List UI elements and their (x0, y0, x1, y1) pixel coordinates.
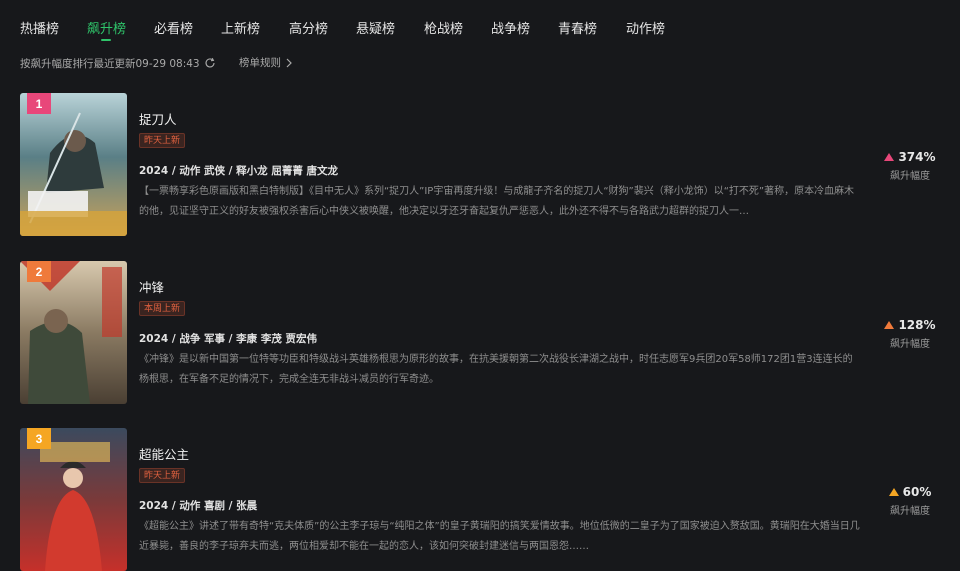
movie-title[interactable]: 冲锋 (139, 277, 164, 296)
rise-label: 飙升幅度 (890, 339, 930, 350)
tab-rising[interactable]: 飙升榜 (87, 18, 126, 37)
triangle-up-icon (888, 488, 899, 496)
poster-image[interactable]: 1 (20, 93, 127, 236)
tab-suspense[interactable]: 悬疑榜 (356, 18, 395, 37)
triangle-up-icon (884, 321, 895, 329)
update-info: 按飙升幅度排行最近更新09-29 08:43 (20, 55, 216, 71)
rise-label: 飙升幅度 (890, 171, 930, 182)
status-badge: 本周上新 (139, 301, 186, 316)
rise-value: 374% (898, 150, 936, 164)
movie-meta: 2024 / 战争 军事 / 李康 李茂 贾宏伟 (139, 333, 317, 345)
movie-description: 《超能公主》讲述了带有奇特“克夫体质”的公主李子琼与“纯阳之体”的皇子黄瑞阳的搞… (139, 521, 860, 552)
ranking-item: 1 捉刀人 昨天上新 2024 / 动作 武侠 / 释小龙 屈菁菁 唐文龙 【一… (0, 93, 960, 239)
tab-new[interactable]: 上新榜 (221, 18, 260, 37)
rise-stat: 60% 飙升幅度 (870, 485, 950, 517)
tab-must-watch[interactable]: 必看榜 (154, 18, 193, 37)
movie-title[interactable]: 超能公主 (139, 444, 189, 463)
ranking-rules-link[interactable]: 榜单规则 (239, 55, 293, 70)
poster-image[interactable]: 2 (20, 261, 127, 404)
rank-badge: 3 (27, 428, 51, 449)
movie-description: 《冲锋》是以新中国第一位特等功臣和特级战斗英雄杨根思为原形的故事，在抗美援朝第二… (139, 354, 853, 385)
rules-label: 榜单规则 (239, 57, 281, 69)
tab-hot[interactable]: 热播榜 (20, 18, 59, 37)
rise-value: 60% (902, 485, 932, 499)
status-badge: 昨天上新 (139, 468, 186, 483)
movie-title[interactable]: 捉刀人 (139, 109, 177, 128)
movie-meta: 2024 / 动作 喜剧 / 张晨 (139, 500, 258, 512)
tab-gunfight[interactable]: 枪战榜 (424, 18, 463, 37)
tab-war[interactable]: 战争榜 (491, 18, 530, 37)
ranking-tabs: 热播榜 飙升榜 必看榜 上新榜 高分榜 悬疑榜 枪战榜 战争榜 青春榜 动作榜 (0, 0, 960, 50)
tab-youth[interactable]: 青春榜 (558, 18, 597, 37)
rank-badge: 1 (27, 93, 51, 114)
rise-stat: 128% 飙升幅度 (870, 318, 950, 350)
movie-meta: 2024 / 动作 武侠 / 释小龙 屈菁菁 唐文龙 (139, 165, 338, 177)
rise-stat: 374% 飙升幅度 (870, 150, 950, 182)
status-badge: 昨天上新 (139, 133, 186, 148)
movie-description: 【一票畅享彩色原画版和黑白特制版】《目中无人》系列“捉刀人”IP宇宙再度升级！与… (139, 186, 855, 217)
triangle-up-icon (884, 153, 895, 161)
rise-value: 128% (898, 318, 936, 332)
ranking-item: 2 冲锋 本周上新 2024 / 战争 军事 / 李康 李茂 贾宏伟 《冲锋》是… (0, 261, 960, 407)
ranking-item: 3 超能公主 昨天上新 2024 / 动作 喜剧 / 张晨 《超能公主》讲述了带… (0, 428, 960, 571)
chevron-right-icon (285, 58, 293, 68)
rise-label: 飙升幅度 (890, 506, 930, 517)
tab-action[interactable]: 动作榜 (626, 18, 665, 37)
poster-image[interactable]: 3 (20, 428, 127, 571)
tab-top-rated[interactable]: 高分榜 (289, 18, 328, 37)
rank-badge: 2 (27, 261, 51, 282)
refresh-icon[interactable] (204, 57, 216, 69)
active-tab-indicator (101, 39, 111, 41)
update-text: 按飙升幅度排行最近更新09-29 08:43 (20, 57, 200, 70)
